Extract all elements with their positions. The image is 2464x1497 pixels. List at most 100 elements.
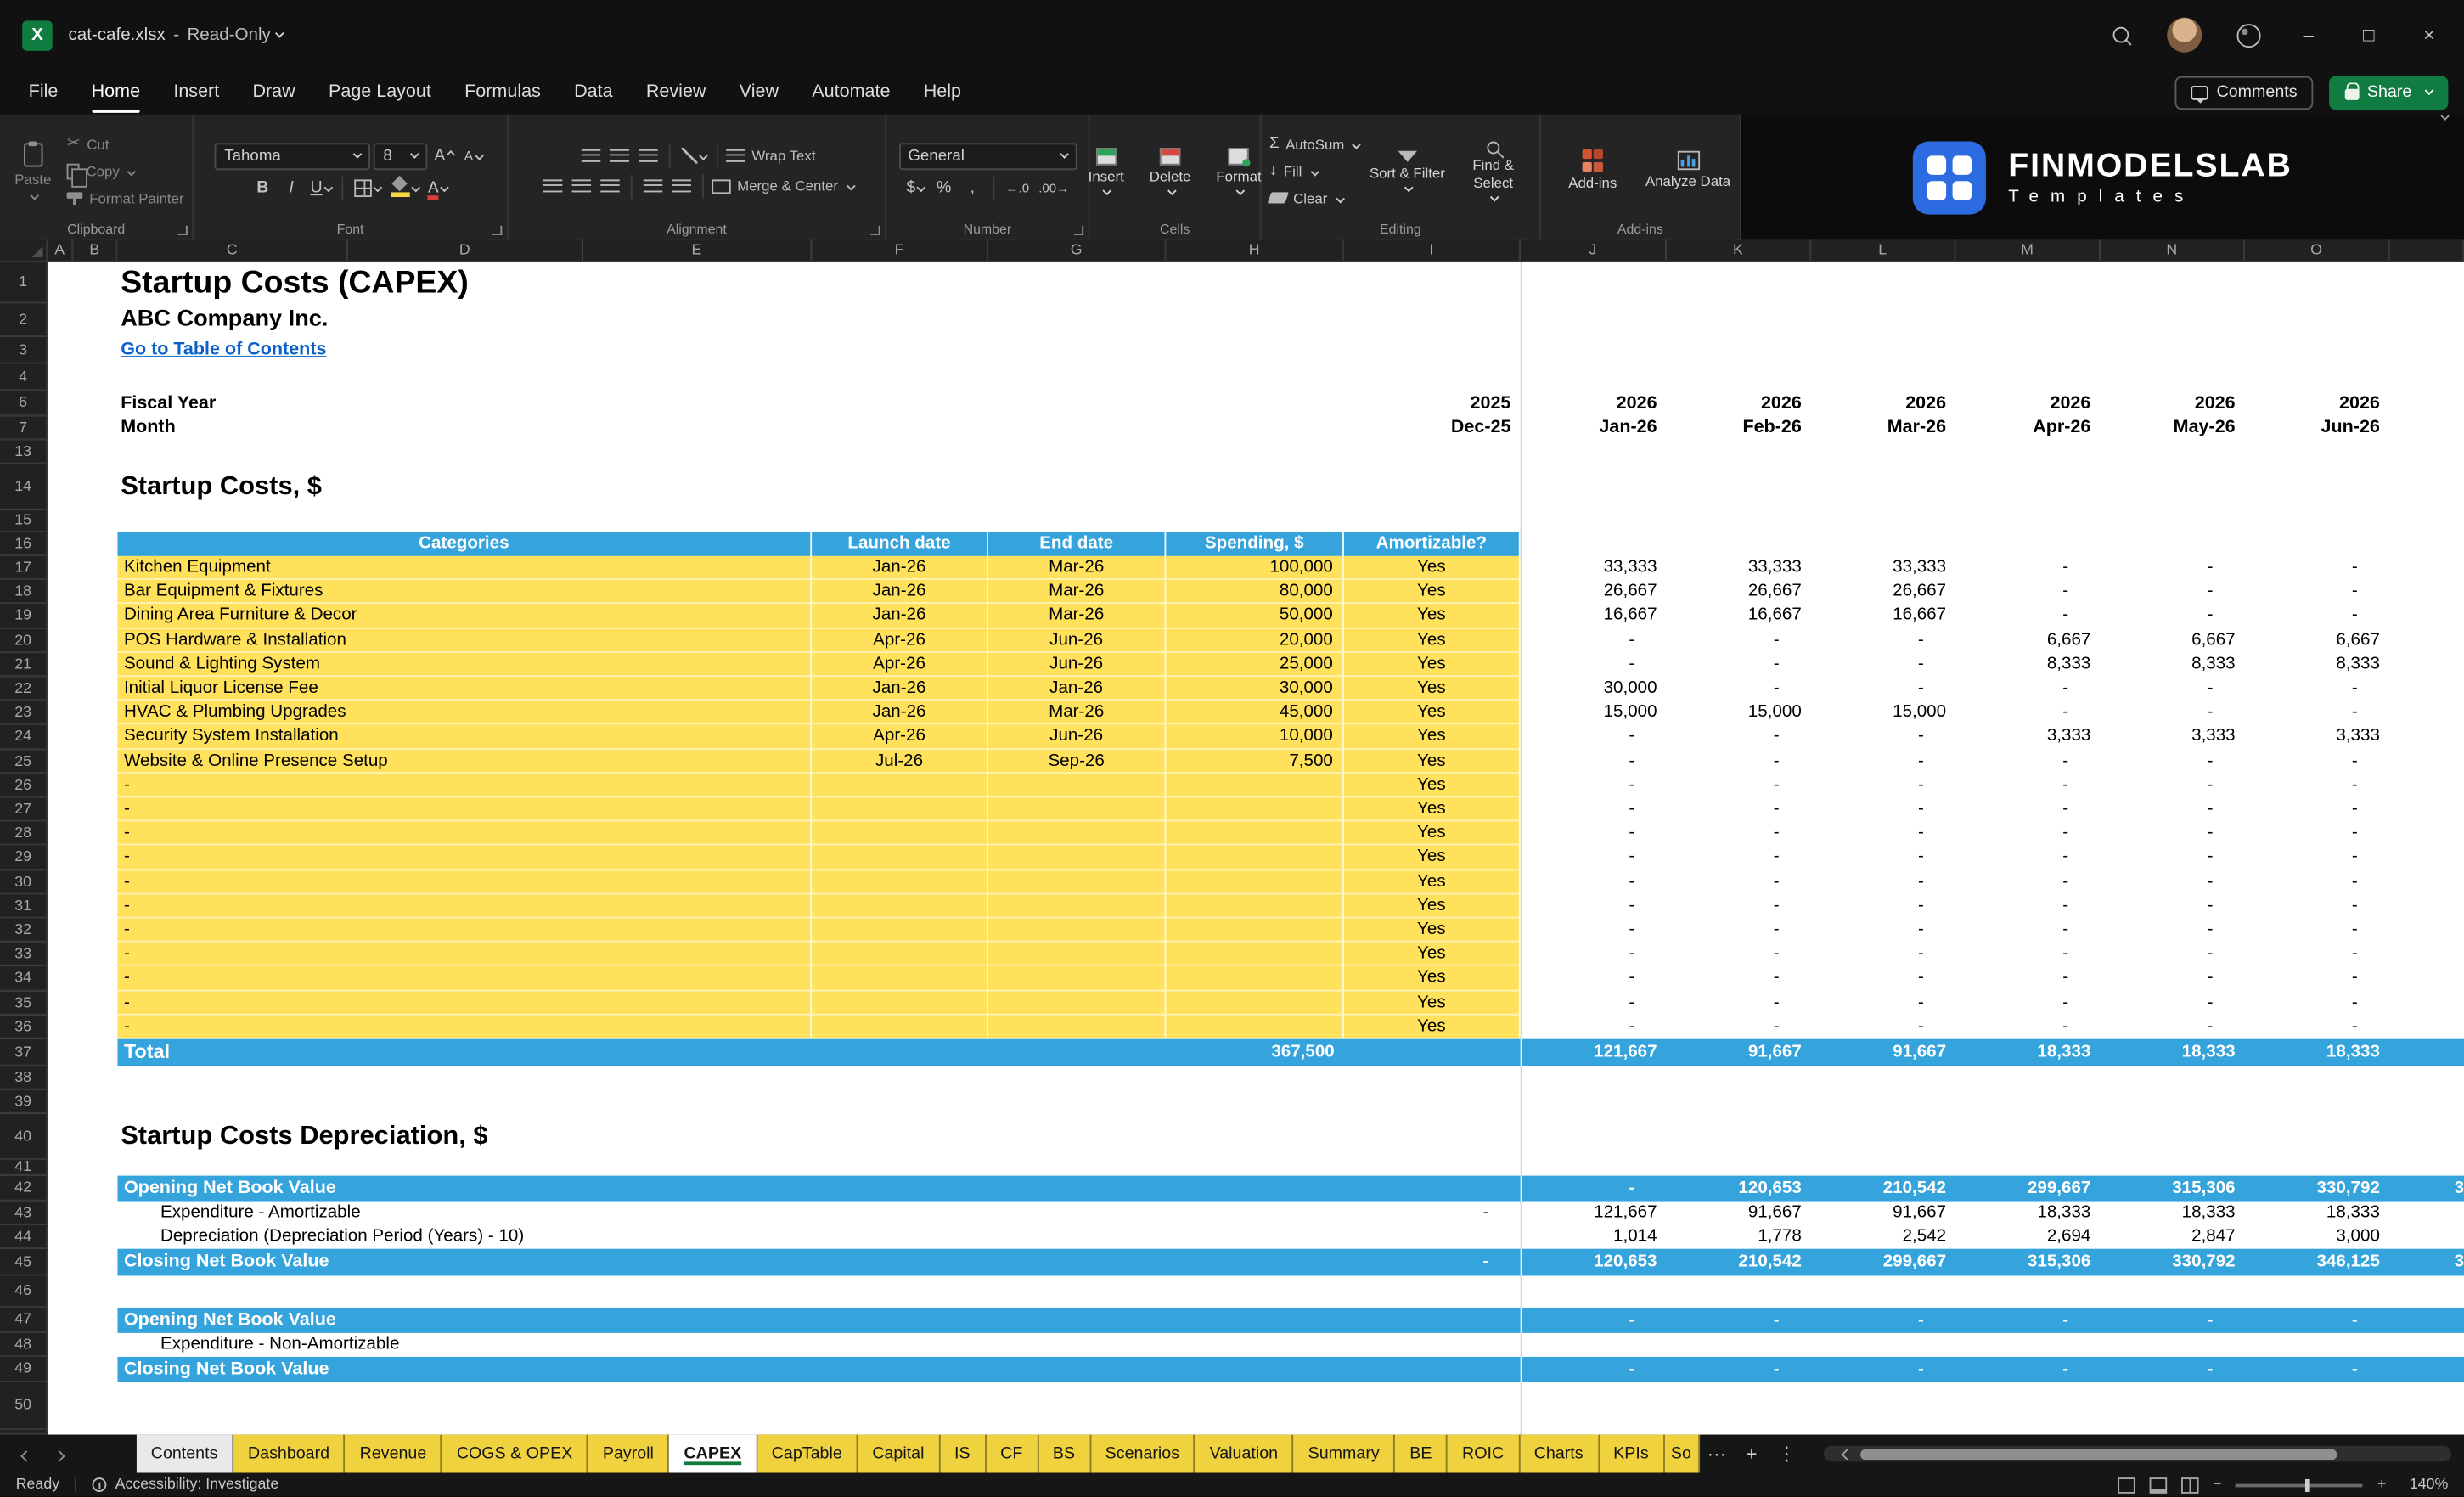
dep-dec-value[interactable]: -	[1344, 1202, 1510, 1225]
row-header-48[interactable]: 48	[0, 1332, 48, 1357]
launch-date-cell[interactable]: Apr-26	[812, 628, 988, 653]
col-header-A[interactable]: A	[48, 239, 74, 262]
amortizable-cell[interactable]: Yes	[1343, 821, 1521, 847]
month-value[interactable]: Jun-26	[2245, 416, 2380, 440]
launch-date-cell[interactable]	[812, 846, 988, 870]
monthly-value-cell[interactable]: -	[1521, 846, 1657, 869]
monthly-value-cell[interactable]: -	[1955, 797, 2090, 821]
monthly-value-cell[interactable]: -	[1955, 846, 2090, 869]
launch-date-cell[interactable]: Jan-26	[812, 701, 988, 725]
dep-monthly-value[interactable]: 2,694	[1955, 1225, 2091, 1249]
fiscal-year-value[interactable]: 2026	[1521, 391, 1657, 416]
menu-data[interactable]: Data	[574, 70, 612, 114]
monthly-value-cell[interactable]: -	[2245, 701, 2380, 725]
sheet-tab-be[interactable]: BE	[1395, 1434, 1449, 1473]
row-header-17[interactable]: 17	[0, 555, 48, 581]
launch-date-cell[interactable]	[812, 821, 988, 847]
monthly-value-cell[interactable]: 26,667	[1667, 580, 1802, 604]
row-header-35[interactable]: 35	[0, 990, 48, 1016]
decrease-font-size-button[interactable]: A	[460, 144, 486, 167]
monthly-value-cell[interactable]: -	[2101, 894, 2236, 918]
section-startup-costs[interactable]: Startup Costs, $	[121, 464, 1264, 509]
monthly-value-cell[interactable]: -	[2101, 966, 2236, 990]
spending-cell[interactable]	[1166, 846, 1344, 870]
sheet-tab-bs[interactable]: BS	[1038, 1434, 1091, 1473]
fiscal-year-value[interactable]: 2026	[1955, 391, 2090, 416]
sheet-tab-kpis[interactable]: KPIs	[1599, 1434, 1665, 1473]
monthly-value-cell[interactable]: 16,667	[1811, 605, 1946, 628]
row-header-23[interactable]: 23	[0, 701, 48, 725]
launch-date-cell[interactable]: Apr-26	[812, 724, 988, 750]
fill-button[interactable]: ↓ Fill	[1269, 160, 1359, 181]
monthly-value-cell[interactable]: 33,333	[1521, 556, 1657, 580]
monthly-value-cell[interactable]: -	[2245, 966, 2380, 990]
row-header-16[interactable]: 16	[0, 532, 48, 556]
user-avatar[interactable]	[2167, 17, 2202, 53]
dep-monthly-value[interactable]: 18,333	[2245, 1202, 2380, 1225]
amortizable-cell[interactable]: Yes	[1343, 749, 1521, 774]
monthly-value-cell[interactable]: -	[2245, 749, 2380, 773]
dep-row-label[interactable]: Expenditure - Amortizable	[160, 1202, 844, 1225]
sheet-tab-cf[interactable]: CF	[986, 1434, 1039, 1473]
dep-row-label[interactable]: Expenditure - Non-Amortizable	[160, 1333, 844, 1357]
amortizable-cell[interactable]: Yes	[1343, 773, 1521, 798]
monthly-value-cell[interactable]: -	[1667, 894, 1802, 918]
row-header-3[interactable]: 3	[0, 336, 48, 364]
increase-decimal-button[interactable]: ←.0	[1003, 176, 1032, 200]
row-header-44[interactable]: 44	[0, 1224, 48, 1249]
monthly-value-cell[interactable]: -	[1955, 580, 2090, 604]
row-header-2[interactable]: 2	[0, 303, 48, 337]
amortizable-cell[interactable]: Yes	[1343, 604, 1521, 629]
underline-button[interactable]: U	[307, 176, 335, 200]
monthly-value-cell[interactable]: -	[1955, 774, 2090, 797]
end-date-cell[interactable]	[987, 773, 1167, 798]
menu-help[interactable]: Help	[924, 70, 961, 114]
number-dialog-launcher[interactable]	[1073, 225, 1084, 235]
category-cell[interactable]: Dining Area Furniture & Decor	[117, 604, 813, 629]
menu-home[interactable]: Home	[91, 70, 140, 114]
monthly-value-cell[interactable]: -	[1667, 749, 1802, 773]
dep-monthly-value[interactable]: 2,847	[2101, 1225, 2236, 1249]
col-header-E[interactable]: E	[582, 239, 813, 262]
amortizable-cell[interactable]: Yes	[1343, 797, 1521, 822]
col-header-J[interactable]: J	[1520, 239, 1667, 262]
category-cell[interactable]: -	[117, 797, 813, 822]
monthly-value-cell[interactable]: 15,000	[1811, 701, 1946, 725]
monthly-value-cell[interactable]: -	[2101, 556, 2236, 580]
bold-button[interactable]: B	[250, 176, 275, 200]
menu-insert[interactable]: Insert	[173, 70, 219, 114]
launch-date-cell[interactable]	[812, 797, 988, 822]
amortizable-cell[interactable]: Yes	[1343, 966, 1521, 991]
tabs-scroll-right-button[interactable]	[53, 1439, 65, 1468]
col-header-K[interactable]: K	[1666, 239, 1812, 262]
month-value[interactable]: Jan-26	[1521, 416, 1657, 440]
category-cell[interactable]: Initial Liquor License Fee	[117, 677, 813, 701]
monthly-value-cell[interactable]: -	[1667, 918, 1802, 942]
row-header-41[interactable]: 41	[0, 1159, 48, 1176]
monthly-value-cell[interactable]: -	[2245, 774, 2380, 797]
monthly-value-cell[interactable]: -	[2101, 918, 2236, 942]
monthly-value-cell[interactable]: -	[1811, 677, 1946, 701]
month-value[interactable]: Feb-26	[1667, 416, 1801, 440]
launch-date-cell[interactable]: Jul-26	[812, 749, 988, 774]
monthly-value-cell[interactable]: 16,667	[1667, 605, 1802, 628]
bottom-align-button[interactable]	[635, 144, 661, 167]
sheet-tab-revenue[interactable]: Revenue	[345, 1434, 442, 1473]
cut-button[interactable]: ✂ Cut	[67, 133, 184, 154]
fiscal-year-value[interactable]: 2026	[2245, 391, 2380, 416]
sheet-tab-payroll[interactable]: Payroll	[588, 1434, 670, 1473]
monthly-value-cell[interactable]: -	[1811, 894, 1946, 918]
monthly-value-cell[interactable]: -	[1955, 822, 2090, 846]
spending-cell[interactable]	[1166, 869, 1344, 895]
row-header-31[interactable]: 31	[0, 894, 48, 919]
menu-formulas[interactable]: Formulas	[464, 70, 541, 114]
amortizable-cell[interactable]: Yes	[1343, 555, 1521, 581]
zoom-out-button[interactable]: −	[2213, 1476, 2221, 1494]
row-header-13[interactable]: 13	[0, 440, 48, 464]
monthly-value-cell[interactable]: -	[1667, 797, 1802, 821]
monthly-value-cell[interactable]: -	[1521, 918, 1657, 942]
month-value[interactable]: Mar-26	[1811, 416, 1946, 440]
monthly-value-cell[interactable]: -	[1955, 701, 2090, 725]
monthly-value-cell[interactable]: -	[1811, 1015, 1946, 1038]
launch-date-cell[interactable]	[812, 990, 988, 1016]
